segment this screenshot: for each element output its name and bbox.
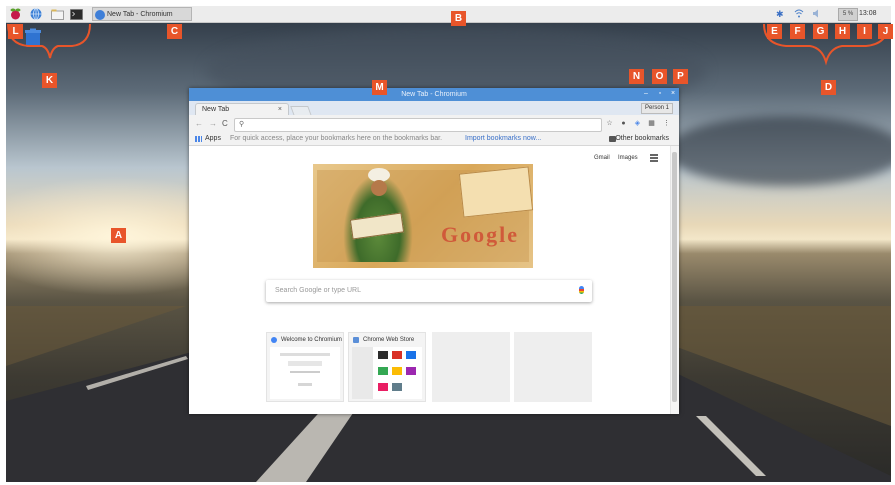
close-button[interactable]: × xyxy=(669,90,677,98)
callout-j: J xyxy=(878,24,893,39)
google-search-box[interactable]: Search Google or type URL xyxy=(266,280,592,302)
raspberry-menu-icon[interactable] xyxy=(8,8,22,20)
most-visited-tile[interactable]: Chrome Web Store xyxy=(348,332,426,402)
window-titlebar[interactable]: New Tab - Chromium – ▫ × xyxy=(189,88,679,101)
tile-title: Welcome to Chromium xyxy=(281,337,342,343)
minimize-button[interactable]: – xyxy=(642,90,650,98)
most-visited-tile[interactable]: Welcome to Chromium xyxy=(266,332,344,402)
menu-icon[interactable]: ⋮ xyxy=(662,119,671,128)
manuscript-pages xyxy=(458,166,534,218)
taskbar-window-button[interactable]: New Tab - Chromium xyxy=(92,7,192,21)
tab-new-tab[interactable]: New Tab × xyxy=(195,103,289,115)
file-manager-icon[interactable] xyxy=(50,8,64,20)
scroll-thumb[interactable] xyxy=(672,152,677,402)
apps-grid-icon[interactable] xyxy=(195,136,202,142)
translate-icon[interactable]: ◈ xyxy=(633,119,642,128)
callout-n: N xyxy=(629,69,644,84)
callout-d: D xyxy=(821,80,836,95)
cast-icon[interactable]: ▦ xyxy=(647,119,656,128)
callout-o: O xyxy=(652,69,667,84)
clock[interactable]: 13:08 xyxy=(859,9,877,19)
maximize-button[interactable]: ▫ xyxy=(656,90,664,98)
callout-k: K xyxy=(42,73,57,88)
globe-browser-icon[interactable] xyxy=(29,8,43,20)
cpu-monitor[interactable]: 5 % xyxy=(838,8,858,21)
search-placeholder: Search Google or type URL xyxy=(275,287,361,294)
doodle-wordmark: Google xyxy=(441,222,519,247)
reload-button[interactable]: C xyxy=(222,119,228,129)
callout-a: A xyxy=(111,228,126,243)
star-icon[interactable]: ☆ xyxy=(605,119,614,128)
callout-p: P xyxy=(673,69,688,84)
empty-tile xyxy=(432,332,510,402)
scrollbar[interactable] xyxy=(670,146,679,414)
apps-shortcut[interactable]: Apps xyxy=(205,133,221,145)
chromium-icon xyxy=(95,10,105,20)
browser-window: New Tab - Chromium – ▫ × New Tab × Perso… xyxy=(189,88,679,414)
browser-toolbar: ← → C ⚲ ☆ ● ◈ ▦ ⋮ xyxy=(189,115,679,133)
search-icon: ⚲ xyxy=(239,121,245,128)
empty-tile xyxy=(514,332,592,402)
taskbar-window-label: New Tab - Chromium xyxy=(107,11,173,18)
callout-f: F xyxy=(790,24,805,39)
google-doodle[interactable]: Google xyxy=(313,164,534,268)
tab-strip: New Tab × Person 1 xyxy=(189,101,679,116)
callout-e: E xyxy=(767,24,782,39)
taskbar: New Tab - Chromium ✱ 5 % 13:08 xyxy=(6,6,891,23)
callout-m: M xyxy=(372,80,387,95)
extension-circle-icon[interactable]: ● xyxy=(619,119,628,128)
callout-l: L xyxy=(8,24,23,39)
callout-g: G xyxy=(813,24,828,39)
tile-thumbnail xyxy=(352,347,422,399)
forward-button[interactable]: → xyxy=(209,119,217,129)
import-bookmarks-link[interactable]: Import bookmarks now... xyxy=(465,133,541,145)
tile-title: Chrome Web Store xyxy=(363,337,415,343)
callout-c: C xyxy=(167,24,182,39)
other-bookmarks[interactable]: Other bookmarks xyxy=(615,133,669,145)
address-bar[interactable]: ⚲ xyxy=(234,118,602,132)
callout-h: H xyxy=(835,24,850,39)
new-tab-page: Gmail Images Google Search Google or typ… xyxy=(189,146,679,414)
tile-thumbnail xyxy=(270,347,340,399)
chromium-favicon-icon xyxy=(271,337,277,343)
window-title: New Tab - Chromium xyxy=(401,91,467,98)
callout-b: B xyxy=(451,11,466,26)
volume-icon[interactable] xyxy=(812,9,822,20)
trash-icon[interactable] xyxy=(24,28,42,48)
bluetooth-icon[interactable]: ✱ xyxy=(776,9,784,19)
tab-label: New Tab xyxy=(202,106,230,113)
bookmarks-bar: Apps For quick access, place your bookma… xyxy=(189,133,679,146)
images-link[interactable]: Images xyxy=(618,154,638,162)
callout-i: I xyxy=(857,24,872,39)
gmail-link[interactable]: Gmail xyxy=(594,154,610,162)
microphone-icon[interactable] xyxy=(579,286,584,294)
back-button[interactable]: ← xyxy=(195,119,203,129)
bookmarks-hint: For quick access, place your bookmarks h… xyxy=(230,135,443,142)
apps-launcher-icon[interactable] xyxy=(650,154,658,162)
wifi-icon[interactable] xyxy=(794,9,804,20)
profile-button[interactable]: Person 1 xyxy=(640,103,673,114)
web-store-icon xyxy=(353,337,359,343)
terminal-icon[interactable] xyxy=(69,8,83,20)
